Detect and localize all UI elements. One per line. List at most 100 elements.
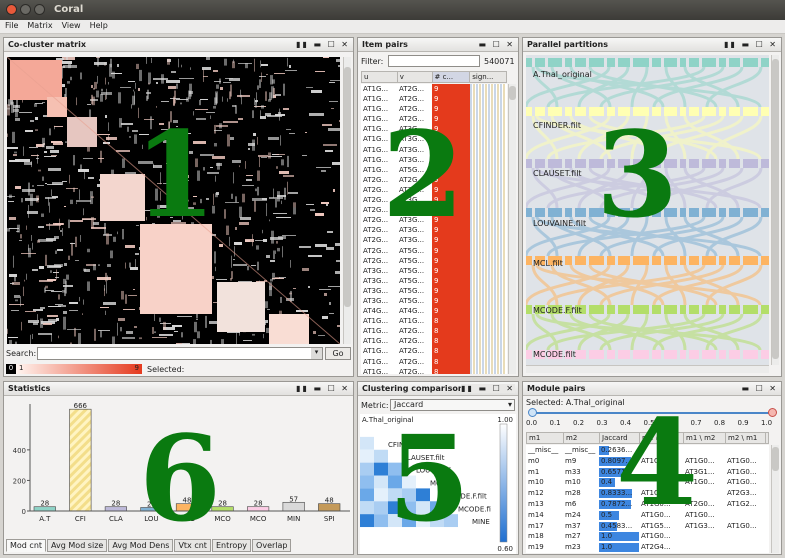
table-row[interactable]: AT2G... AT3G... 9 [361, 184, 507, 196]
table-row[interactable]: AT1G... AT2G... 9 [361, 84, 507, 95]
table-row[interactable]: m12 m28 0.8333... AT1G0... AT2G3... [526, 488, 769, 499]
parallel-scrollbar[interactable] [771, 55, 779, 365]
modulepairs-scrollbar[interactable] [771, 445, 779, 553]
partition-module[interactable] [689, 256, 699, 265]
table-row[interactable]: m1 m33 0.6571... AT3G1... AT1G0... [526, 467, 769, 478]
partition-module[interactable] [743, 305, 758, 314]
stat-bar[interactable] [69, 408, 92, 512]
modulepairs-col[interactable]: m1 [527, 433, 564, 443]
itempairs-scrollbar[interactable] [508, 84, 516, 374]
partition-module[interactable] [633, 208, 649, 217]
table-row[interactable]: AT1G... AT3G... 9 [361, 144, 507, 155]
partition-module[interactable] [729, 107, 740, 116]
partition-module[interactable] [761, 208, 769, 217]
col-count[interactable]: # c... [432, 72, 471, 82]
partition-module[interactable] [743, 350, 758, 359]
partition-module[interactable] [729, 350, 740, 359]
heatmap-cell[interactable] [360, 501, 374, 515]
partition-module[interactable] [680, 107, 686, 116]
stat-bar[interactable] [282, 501, 305, 512]
partition-module[interactable] [680, 350, 686, 359]
partition-module[interactable] [607, 350, 615, 359]
partition-module[interactable] [719, 256, 726, 265]
partition-module[interactable] [526, 107, 532, 116]
partition-module[interactable] [633, 58, 649, 67]
partition-module[interactable] [633, 305, 649, 314]
partition-module[interactable] [664, 256, 677, 265]
jaccard-range-slider[interactable] [533, 412, 773, 414]
heatmap-cell[interactable] [360, 475, 374, 489]
partition-module[interactable] [607, 107, 615, 116]
cocluster-matrix[interactable] [7, 57, 340, 344]
heatmap-cell[interactable] [374, 449, 388, 463]
close-window-icon[interactable] [6, 4, 17, 15]
partition-module[interactable] [633, 107, 649, 116]
heatmap-cell[interactable] [388, 514, 402, 528]
heatmap-cell[interactable] [416, 488, 430, 502]
partition-module[interactable] [761, 305, 769, 314]
partition-module[interactable] [618, 58, 630, 67]
partition-module[interactable] [729, 159, 740, 168]
partition-module[interactable] [526, 208, 532, 217]
partition-module[interactable] [664, 350, 677, 359]
filter-input[interactable] [388, 55, 480, 67]
table-row[interactable]: AT1G... AT3G... 9 [361, 124, 507, 135]
partition-module[interactable] [719, 350, 726, 359]
partition-module[interactable] [575, 159, 586, 168]
partition-module[interactable] [689, 208, 699, 217]
partition-module[interactable] [689, 305, 699, 314]
heatmap-cell[interactable] [416, 501, 430, 515]
partition-module[interactable] [535, 107, 545, 116]
partition-module[interactable] [761, 159, 769, 168]
partition-module[interactable] [526, 159, 532, 168]
table-row[interactable]: AT4G... AT4G... 9 [361, 306, 507, 317]
cocluster-scrollbar[interactable] [343, 57, 351, 344]
partition-module[interactable] [589, 208, 604, 217]
range-max-handle[interactable] [768, 408, 777, 417]
table-row[interactable]: m10 m10 0.4 AT1G0... AT1G0... [526, 477, 769, 488]
modulepairs-col[interactable]: m2 \ m1 [726, 433, 766, 443]
heatmap-cell[interactable] [360, 449, 374, 463]
partition-module[interactable] [575, 107, 586, 116]
partition-module[interactable] [535, 159, 545, 168]
heatmap-cell[interactable] [402, 514, 416, 528]
partition-module[interactable] [565, 208, 572, 217]
partition-module[interactable] [702, 350, 716, 359]
partition-module[interactable] [729, 305, 740, 314]
table-row[interactable]: AT1G... AT3G... 9 [361, 134, 507, 145]
tab-entropy[interactable]: Entropy [211, 539, 252, 552]
parallel-partitions-plot[interactable] [526, 55, 769, 365]
modulepairs-col[interactable]: Jaccard [600, 433, 640, 443]
table-row[interactable]: AT1G... AT1G... 8 [361, 316, 507, 327]
heatmap-cell[interactable] [402, 475, 416, 489]
table-row[interactable]: AT2G... AT3G... 9 [361, 195, 507, 206]
partition-module[interactable] [689, 107, 699, 116]
partition-module[interactable] [589, 305, 604, 314]
range-min-handle[interactable] [528, 408, 537, 417]
tab-vtx-cnt[interactable]: Vtx cnt [174, 539, 211, 552]
partition-module[interactable] [761, 350, 769, 359]
heatmap-cell[interactable] [374, 514, 388, 528]
partition-module[interactable] [719, 208, 726, 217]
clustering-heatmap[interactable]: A.Thal_original CFINDER.filt CLAUSET.filt L… [360, 414, 516, 554]
partition-module[interactable] [729, 256, 740, 265]
panel-controls-icon[interactable]: ▮▮ ▬ ☐ ✕ [461, 384, 515, 393]
partition-module[interactable] [652, 159, 661, 168]
partition-module[interactable] [589, 107, 604, 116]
heatmap-cell[interactable] [360, 462, 374, 476]
minimize-window-icon[interactable] [20, 4, 31, 15]
partition-module[interactable] [719, 58, 726, 67]
partition-module[interactable] [719, 305, 726, 314]
partition-module[interactable] [607, 256, 615, 265]
heatmap-cell[interactable] [360, 436, 374, 450]
stat-bar[interactable] [318, 503, 341, 512]
heatmap-cell[interactable] [388, 488, 402, 502]
table-row[interactable]: __misc__ __misc__ 0.2636... [526, 445, 769, 456]
table-row[interactable]: m18 m27 1.0 AT1G0... [526, 531, 769, 542]
menu-matrix[interactable]: Matrix [22, 20, 56, 30]
partition-module[interactable] [565, 159, 572, 168]
table-row[interactable]: AT2G... AT3G... 9 [361, 205, 507, 216]
heatmap-cell[interactable] [402, 488, 416, 502]
table-row[interactable]: m17 m37 0.4583... AT1G5... AT1G3... AT1G0... [526, 521, 769, 532]
partition-module[interactable] [680, 58, 686, 67]
